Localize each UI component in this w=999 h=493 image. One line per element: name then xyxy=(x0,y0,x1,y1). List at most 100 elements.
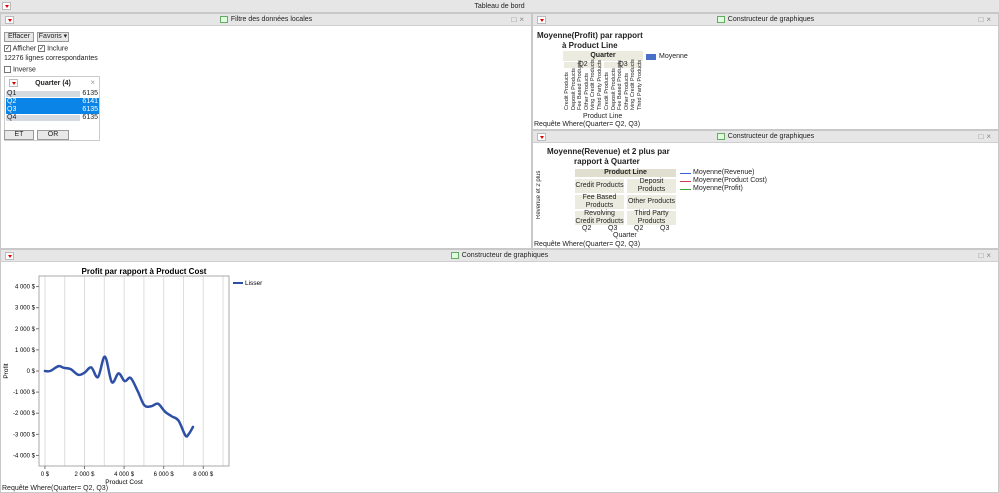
legend-label: Moyenne(Revenue) xyxy=(693,169,755,176)
filter-item-count: 6141 xyxy=(82,98,98,105)
facet-cell: Fee Based Products xyxy=(574,194,625,210)
facet-cell: Credit Products xyxy=(574,178,625,194)
graph-icon xyxy=(716,132,725,140)
where-clause: Requête Where(Quarter= Q2, Q3) xyxy=(534,121,641,128)
panel-title: Filtre des données locales xyxy=(230,16,313,23)
chart-title: Profit par rapport à Product Cost xyxy=(82,267,207,276)
filter-item-q2[interactable]: Q2 6141 xyxy=(6,98,99,106)
legend-line xyxy=(680,189,691,190)
graph-icon xyxy=(716,15,725,23)
filter-item-bar xyxy=(6,115,80,121)
x-tick-label: Q2 xyxy=(634,225,644,232)
panel-controls[interactable]: □× xyxy=(511,14,527,26)
category-label: Third Party Products xyxy=(636,59,643,110)
category-label: Deposit Products xyxy=(570,68,577,110)
category-label: lving Credit Products xyxy=(630,59,636,110)
close-icon[interactable]: × xyxy=(90,78,95,87)
filter-item-bar xyxy=(6,107,80,113)
where-clause: Requête Where(Quarter= Q2, Q3) xyxy=(2,485,109,492)
chart-title-line2: à Product Line xyxy=(562,41,618,50)
panel-controls[interactable]: □× xyxy=(978,14,994,26)
x-tick-label: 8 000 $ xyxy=(193,472,214,478)
category-label: Deposit Products xyxy=(610,68,617,110)
red-triangle-icon[interactable] xyxy=(537,16,546,24)
window-menu-button[interactable] xyxy=(2,2,11,10)
filter-item-count: 6135 xyxy=(82,90,98,97)
filter-item-bar xyxy=(6,91,80,97)
favorites-dropdown[interactable]: Favoris ▾ xyxy=(37,32,69,42)
panel-controls[interactable]: □× xyxy=(978,131,994,143)
y-tick-label: 1 000 $ xyxy=(15,348,36,354)
clear-button[interactable]: Effacer xyxy=(4,32,34,42)
or-button[interactable]: OR xyxy=(37,130,69,140)
filter-icon xyxy=(219,15,228,23)
graph-builder-panel-3: Constructeur de graphiques □× Profit par … xyxy=(0,249,999,493)
panel-title: Constructeur de graphiques xyxy=(461,252,549,259)
inverse-checkbox[interactable] xyxy=(4,66,11,73)
panel-controls[interactable]: □× xyxy=(978,250,994,262)
graph-builder-panel-2: Constructeur de graphiques □× Moyenne(Rev… xyxy=(532,130,999,249)
filter-item-label: Q1 xyxy=(7,90,17,97)
x-axis-label: Product Cost xyxy=(105,479,143,486)
legend-label: Moyenne xyxy=(659,53,688,60)
category-label: Fee Based Products xyxy=(617,60,623,110)
filter-item-label: Q4 xyxy=(7,114,17,121)
x-tick-label: 4 000 $ xyxy=(114,472,135,478)
red-triangle-icon[interactable] xyxy=(5,16,14,24)
include-label: Inclure xyxy=(47,45,69,53)
matching-rows: 12276 lignes correspondantes xyxy=(4,55,98,62)
filter-item-q4[interactable]: Q4 6135 xyxy=(6,114,99,122)
facet-cell: Revolving Credit Products xyxy=(574,210,625,226)
filter-item-q3[interactable]: Q3 6135 xyxy=(6,106,99,114)
chart-title: Moyenne(Profit) par rapport xyxy=(537,31,643,40)
y-tick-label: -2 000 $ xyxy=(13,411,36,417)
show-label: Afficher xyxy=(12,45,37,53)
graph-builder-panel-1: Constructeur de graphiques □× Moyenne(Pro… xyxy=(532,13,999,130)
filter-item-count: 6135 xyxy=(82,114,98,121)
where-clause: Requête Where(Quarter= Q2, Q3) xyxy=(534,241,641,248)
filter-item-label: Q3 xyxy=(7,106,17,113)
include-checkbox[interactable]: ✓ xyxy=(38,45,46,52)
graph-icon xyxy=(450,251,459,259)
x-tick-label: 2 000 $ xyxy=(75,472,96,478)
y-axis-label: Revenue et 2 plus xyxy=(536,170,542,219)
facet-cell: Third Party Products xyxy=(626,210,677,226)
filter-item-bar xyxy=(6,99,80,105)
window-title: Tableau de bord xyxy=(0,0,999,13)
legend-label: Moyenne(Product Cost) xyxy=(693,177,767,184)
product-line-header: Product Line xyxy=(574,168,677,178)
red-triangle-icon[interactable] xyxy=(537,133,546,141)
legend-line xyxy=(680,173,691,174)
x-axis-label: Product Line xyxy=(583,113,623,120)
panel-title: Constructeur de graphiques xyxy=(727,133,815,140)
y-tick-label: -1 000 $ xyxy=(13,390,36,396)
filter-item-q1[interactable]: Q1 6135 xyxy=(6,90,99,98)
profit-vs-cost-chart: Profit par rapport à Product Cost 4 000 $… xyxy=(3,267,263,486)
x-tick-label: Q3 xyxy=(660,225,670,232)
and-button[interactable]: ET xyxy=(4,130,34,140)
y-tick-label: 0 $ xyxy=(27,369,36,375)
legend-swatch xyxy=(646,54,656,60)
panel-title: Constructeur de graphiques xyxy=(727,16,815,23)
x-tick-label: 6 000 $ xyxy=(154,472,175,478)
x-tick-label: Q3 xyxy=(608,225,618,232)
x-tick-label: 0 $ xyxy=(41,472,50,478)
legend-label: Lisser xyxy=(245,280,263,287)
y-tick-label: 2 000 $ xyxy=(15,327,36,333)
plot-frame xyxy=(38,275,230,467)
series-line-smooth xyxy=(43,355,195,438)
show-checkbox[interactable]: ✓ xyxy=(4,45,11,52)
inverse-label: Inverse xyxy=(12,66,36,74)
category-label: lving Credit Products xyxy=(590,59,596,110)
category-label: Credit Products xyxy=(564,72,570,110)
list-title: Quarter (4) xyxy=(35,80,71,87)
y-tick-label: -3 000 $ xyxy=(13,432,36,438)
chart-title: Moyenne(Revenue) et 2 plus par xyxy=(547,147,670,156)
local-data-filter-panel: Filtre des données locales □× Effacer Fav… xyxy=(0,13,532,249)
category-label: Other Products xyxy=(623,73,630,110)
category-label: Third Party Products xyxy=(596,59,603,110)
x-axis-label: Quarter xyxy=(613,232,637,239)
y-axis-label: Profit xyxy=(3,363,10,378)
y-tick-label: 4 000 $ xyxy=(15,285,36,291)
y-tick-label: -4 000 $ xyxy=(13,453,36,459)
